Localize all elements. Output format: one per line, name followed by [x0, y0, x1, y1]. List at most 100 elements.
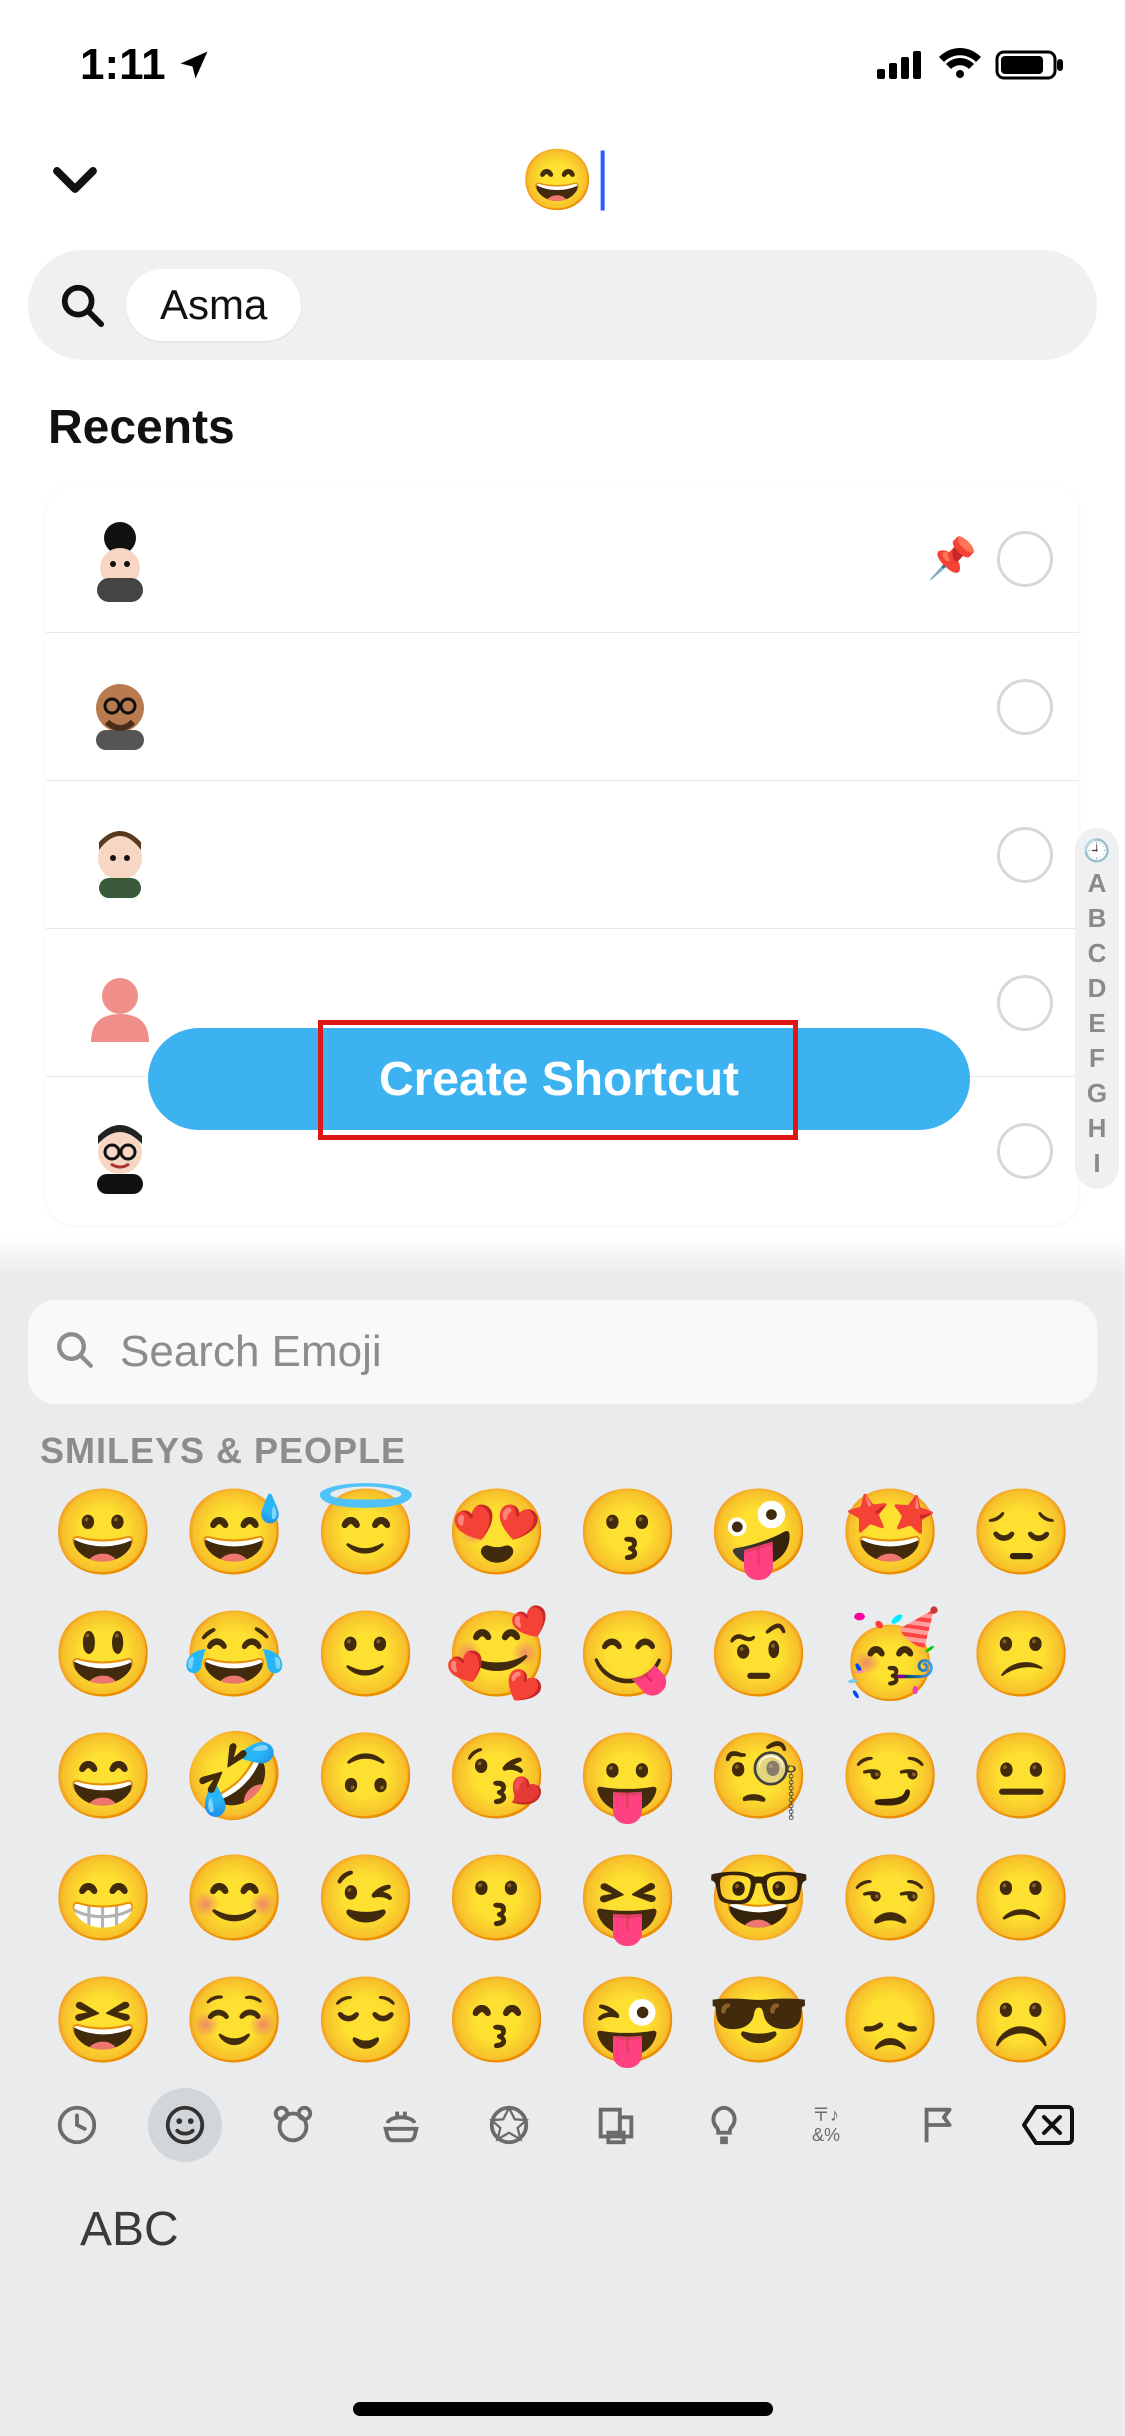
emoji-key[interactable]: 😏 [825, 1734, 956, 1818]
avatar [76, 959, 164, 1047]
tab-animals-icon[interactable] [256, 2088, 330, 2162]
emoji-key[interactable]: 😒 [825, 1856, 956, 1940]
contact-row[interactable] [46, 633, 1079, 781]
contact-row[interactable]: 📌 [46, 485, 1079, 633]
tab-flags-icon[interactable] [903, 2088, 977, 2162]
select-radio[interactable] [997, 975, 1053, 1031]
emoji-key[interactable]: 🤪 [694, 1490, 825, 1574]
contact-row[interactable] [46, 781, 1079, 929]
avatar [76, 515, 164, 603]
status-time: 1:11 [80, 40, 212, 90]
backspace-icon[interactable] [1011, 2088, 1085, 2162]
emoji-key[interactable]: 😁 [38, 1856, 169, 1940]
emoji-key[interactable]: ☹️ [956, 1978, 1087, 2062]
tab-symbols-icon[interactable]: 〒♪&% [795, 2088, 869, 2162]
wifi-icon [937, 48, 983, 82]
emoji-key[interactable]: 😂 [169, 1612, 300, 1696]
tab-activity-icon[interactable] [472, 2088, 546, 2162]
svg-text:〒♪: 〒♪ [812, 2105, 839, 2125]
emoji-key[interactable]: 😗 [563, 1490, 694, 1574]
emoji-key[interactable]: 🤩 [825, 1490, 956, 1574]
emoji-key[interactable]: 🤣 [169, 1734, 300, 1818]
select-radio[interactable] [997, 827, 1053, 883]
alpha-letter[interactable]: D [1088, 973, 1107, 1004]
tab-objects-icon[interactable] [687, 2088, 761, 2162]
emoji-key[interactable]: 😇 [300, 1490, 431, 1574]
emoji-key[interactable]: 🥰 [431, 1612, 562, 1696]
emoji-key[interactable]: 😘 [431, 1734, 562, 1818]
home-indicator[interactable] [353, 2402, 773, 2416]
header: 😄 [0, 110, 1125, 250]
alpha-letter[interactable]: H [1088, 1113, 1107, 1144]
tab-travel-icon[interactable] [579, 2088, 653, 2162]
create-shortcut-button[interactable]: Create Shortcut [148, 1028, 970, 1130]
contact-search[interactable]: Asma [28, 250, 1097, 360]
emoji-key[interactable]: 😅 [169, 1490, 300, 1574]
emoji-key[interactable]: 🤓 [694, 1856, 825, 1940]
emoji-key[interactable]: 😌 [300, 1978, 431, 2062]
emoji-key[interactable]: 😞 [825, 1978, 956, 2062]
chevron-down-icon [48, 153, 102, 207]
emoji-key[interactable]: 😋 [563, 1612, 694, 1696]
battery-icon [995, 48, 1065, 82]
alpha-index[interactable]: 🕘 A B C D E F G H I [1075, 828, 1119, 1189]
emoji-category-tabs: 〒♪&% [0, 2062, 1125, 2172]
emoji-key[interactable]: 🧐 [694, 1734, 825, 1818]
tab-recent-icon[interactable] [40, 2088, 114, 2162]
emoji-key[interactable]: 😕 [956, 1612, 1087, 1696]
emoji-key[interactable]: ☺️ [169, 1978, 300, 2062]
emoji-search[interactable]: Search Emoji [28, 1300, 1097, 1404]
tab-smileys-icon[interactable] [148, 2088, 222, 2162]
emoji-key[interactable]: 🙁 [956, 1856, 1087, 1940]
emoji-search-placeholder: Search Emoji [120, 1327, 382, 1377]
emoji-key[interactable]: 😎 [694, 1978, 825, 2062]
select-radio[interactable] [997, 679, 1053, 735]
alpha-letter[interactable]: A [1088, 868, 1107, 899]
create-shortcut-label: Create Shortcut [379, 1052, 739, 1107]
emoji-key[interactable]: 😀 [38, 1490, 169, 1574]
emoji-key[interactable]: 🤨 [694, 1612, 825, 1696]
text-cursor [601, 150, 605, 210]
status-bar: 1:11 [0, 0, 1125, 110]
emoji-category-title: SMILEYS & PEOPLE [0, 1422, 1125, 1490]
avatar [76, 811, 164, 899]
cellular-icon [875, 49, 925, 81]
search-chip[interactable]: Asma [126, 269, 301, 341]
pin-icon: 📌 [927, 535, 977, 582]
emoji-key[interactable]: 😍 [431, 1490, 562, 1574]
emoji-key[interactable]: 🥳 [825, 1612, 956, 1696]
emoji-key[interactable]: 😗 [431, 1856, 562, 1940]
emoji-key[interactable]: 😐 [956, 1734, 1087, 1818]
emoji-key[interactable]: 😃 [38, 1612, 169, 1696]
alpha-letter[interactable]: I [1093, 1148, 1100, 1179]
select-radio[interactable] [997, 1123, 1053, 1179]
emoji-grid: 😀😅😇😍😗🤪🤩😔😃😂🙂🥰😋🤨🥳😕😄🤣🙃😘😛🧐😏😐😁😊😉😗😝🤓😒🙁😆☺️😌😙😜😎😞… [0, 1490, 1125, 2062]
emoji-key[interactable]: 😝 [563, 1856, 694, 1940]
abc-key[interactable]: ABC [0, 2172, 1125, 2257]
shortcut-emoji: 😄 [520, 145, 595, 216]
select-radio[interactable] [997, 531, 1053, 587]
avatar [76, 1107, 164, 1195]
alpha-letter[interactable]: F [1089, 1043, 1105, 1074]
emoji-key[interactable]: 😊 [169, 1856, 300, 1940]
alpha-letter[interactable]: G [1087, 1078, 1107, 1109]
emoji-key[interactable]: 😆 [38, 1978, 169, 2062]
alpha-letter[interactable]: B [1088, 903, 1107, 934]
search-icon [54, 1329, 100, 1375]
shortcut-name-input[interactable]: 😄 [520, 145, 605, 216]
avatar [76, 663, 164, 751]
emoji-key[interactable]: 😉 [300, 1856, 431, 1940]
emoji-key[interactable]: 😄 [38, 1734, 169, 1818]
emoji-key[interactable]: 😙 [431, 1978, 562, 2062]
alpha-letter[interactable]: C [1088, 938, 1107, 969]
emoji-key[interactable]: 🙂 [300, 1612, 431, 1696]
alpha-letter[interactable]: E [1088, 1008, 1105, 1039]
back-chevron[interactable] [40, 145, 110, 215]
tab-food-icon[interactable] [364, 2088, 438, 2162]
emoji-key[interactable]: 🙃 [300, 1734, 431, 1818]
emoji-key[interactable]: 😔 [956, 1490, 1087, 1574]
emoji-key[interactable]: 😜 [563, 1978, 694, 2062]
fade-overlay [0, 1236, 1125, 1276]
emoji-key[interactable]: 😛 [563, 1734, 694, 1818]
clock-icon: 🕘 [1083, 838, 1110, 864]
